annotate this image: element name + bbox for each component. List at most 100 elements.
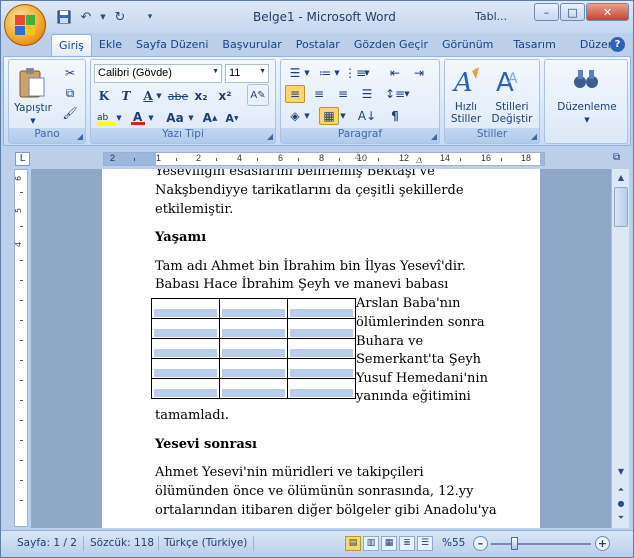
web-layout-icon[interactable]: ▦: [381, 536, 397, 551]
table-cell[interactable]: [151, 358, 220, 379]
font-color-icon[interactable]: A: [129, 109, 147, 127]
page-count[interactable]: Sayfa: 1 / 2: [17, 537, 77, 549]
zoom-out-button[interactable]: –: [473, 536, 488, 551]
table-cell[interactable]: [287, 358, 356, 379]
document-table[interactable]: [151, 298, 356, 399]
paste-dropdown-icon[interactable]: ▼: [27, 115, 39, 127]
horizontal-ruler[interactable]: 2 1 2 4 6 8 10 12 14 16 18 ⏃ △: [103, 152, 545, 166]
vertical-ruler[interactable]: 6 5 4: [14, 169, 28, 527]
table-cell[interactable]: [219, 358, 288, 379]
table-cell[interactable]: [151, 298, 220, 319]
table-cell[interactable]: [219, 338, 288, 359]
subscript-icon[interactable]: x₂: [191, 87, 211, 105]
table-cell[interactable]: [219, 318, 288, 339]
pano-launcher-icon[interactable]: ◢: [77, 132, 83, 141]
binoculars-icon[interactable]: [571, 64, 601, 94]
zoom-slider[interactable]: [491, 543, 591, 545]
shading-icon[interactable]: ◈: [285, 107, 305, 125]
outline-view-icon[interactable]: ≣: [399, 536, 415, 551]
document-page[interactable]: Yesevîliğin esaslarını belirlemiş Bektaş…: [102, 169, 540, 528]
vertical-scrollbar[interactable]: ▲ ▼ ⏶ ● ⏷: [611, 169, 629, 528]
office-button[interactable]: [4, 4, 46, 46]
editing-dropdown-icon[interactable]: ▼: [581, 114, 593, 126]
redo-icon[interactable]: ↻: [111, 8, 129, 26]
tab-selector-icon[interactable]: L: [15, 152, 30, 166]
strikethrough-icon[interactable]: abe: [167, 87, 189, 105]
zoom-in-button[interactable]: +: [595, 536, 610, 551]
paragraph-launcher-icon[interactable]: ◢: [431, 132, 437, 141]
indent-marker-icon[interactable]: ⏃: [354, 151, 362, 162]
draft-view-icon[interactable]: ☰: [417, 536, 433, 551]
increase-indent-icon[interactable]: ⇥: [409, 64, 429, 82]
bullets-dropdown-icon[interactable]: ▼: [303, 64, 311, 82]
table-cell[interactable]: [287, 318, 356, 339]
align-left-icon[interactable]: ≡: [285, 85, 305, 103]
help-icon[interactable]: ?: [610, 37, 625, 52]
word-count[interactable]: Sözcük: 118: [90, 537, 154, 549]
change-styles-icon[interactable]: AA: [493, 64, 527, 98]
numbering-icon[interactable]: ≔: [315, 64, 335, 82]
font-color-dropdown-icon[interactable]: ▼: [147, 109, 155, 127]
tab-gorunum[interactable]: Görünüm: [435, 34, 500, 56]
undo-icon[interactable]: ↶: [77, 8, 95, 26]
numbering-dropdown-icon[interactable]: ▼: [333, 64, 341, 82]
borders-dropdown-icon[interactable]: ▼: [339, 107, 347, 125]
scroll-thumb[interactable]: [614, 187, 628, 227]
line-spacing-dropdown-icon[interactable]: ▼: [403, 85, 411, 103]
scroll-down-icon[interactable]: ▼: [614, 465, 628, 479]
table-cell[interactable]: [151, 378, 220, 399]
quick-styles-label-2[interactable]: Stiller: [445, 113, 487, 125]
customize-qat-icon[interactable]: ▾: [141, 8, 159, 26]
undo-dropdown-icon[interactable]: ▼: [99, 8, 107, 26]
change-styles-label-2[interactable]: Değiştir: [489, 113, 535, 125]
change-styles-label-1[interactable]: Stilleri: [489, 101, 535, 113]
language-status[interactable]: Türkçe (Türkiye): [164, 537, 247, 549]
align-center-icon[interactable]: ≡: [309, 85, 329, 103]
change-case-icon[interactable]: Aa: [163, 109, 187, 127]
highlight-icon[interactable]: ab: [95, 109, 117, 127]
borders-icon[interactable]: ▦: [319, 107, 339, 125]
table-tools-label[interactable]: Tabl...: [475, 10, 507, 23]
font-size-dropdown-icon[interactable]: ▼: [259, 68, 266, 75]
highlight-dropdown-icon[interactable]: ▼: [115, 109, 123, 127]
tab-giris[interactable]: Giriş: [51, 34, 92, 56]
table-cell[interactable]: [219, 378, 288, 399]
zoom-slider-knob[interactable]: [511, 537, 518, 550]
line-spacing-icon[interactable]: ↕≡: [385, 85, 405, 103]
paste-button-label[interactable]: Yapıştır: [11, 102, 55, 114]
format-painter-icon[interactable]: 🖌: [61, 104, 79, 122]
font-launcher-icon[interactable]: ◢: [267, 132, 273, 141]
zoom-level[interactable]: %55: [442, 537, 465, 549]
editing-label[interactable]: Düzenleme: [545, 101, 629, 113]
tab-gozden-gecir[interactable]: Gözden Geçir: [347, 34, 435, 56]
shading-dropdown-icon[interactable]: ▼: [303, 107, 311, 125]
table-cell[interactable]: [151, 318, 220, 339]
previous-page-icon[interactable]: ⏶: [614, 483, 628, 497]
right-indent-marker-icon[interactable]: △: [416, 155, 422, 164]
font-name-dropdown-icon[interactable]: ▼: [212, 68, 219, 75]
align-right-icon[interactable]: ≡: [333, 85, 353, 103]
quick-styles-icon[interactable]: A: [451, 64, 483, 98]
superscript-icon[interactable]: x²: [215, 87, 235, 105]
multilevel-list-icon[interactable]: ⋮≡: [344, 64, 366, 82]
scroll-up-icon[interactable]: ▲: [614, 171, 628, 185]
sort-icon[interactable]: A↓: [357, 107, 377, 125]
paste-icon[interactable]: [15, 64, 49, 102]
clear-formatting-icon[interactable]: A✎: [247, 84, 269, 106]
view-ruler-icon[interactable]: ⧉: [613, 152, 627, 166]
show-marks-icon[interactable]: ¶: [385, 107, 405, 125]
bullets-icon[interactable]: ☰: [285, 64, 305, 82]
shrink-font-icon[interactable]: A ▼: [223, 109, 241, 127]
underline-dropdown-icon[interactable]: ▼: [155, 87, 163, 105]
italic-icon[interactable]: T: [117, 87, 135, 105]
next-page-icon[interactable]: ⏷: [614, 511, 628, 525]
cut-icon[interactable]: ✂: [61, 64, 79, 82]
minimize-button[interactable]: –: [534, 3, 559, 21]
multilevel-dropdown-icon[interactable]: ▼: [363, 64, 371, 82]
justify-icon[interactable]: ☰: [357, 85, 377, 103]
font-name-combo[interactable]: Calibri (Gövde) ▼: [94, 64, 222, 83]
tab-basvurular[interactable]: Başvurular: [215, 34, 288, 56]
bold-icon[interactable]: K: [95, 87, 113, 105]
tab-postalar[interactable]: Postalar: [289, 34, 347, 56]
font-size-combo[interactable]: 11 ▼: [225, 64, 269, 83]
